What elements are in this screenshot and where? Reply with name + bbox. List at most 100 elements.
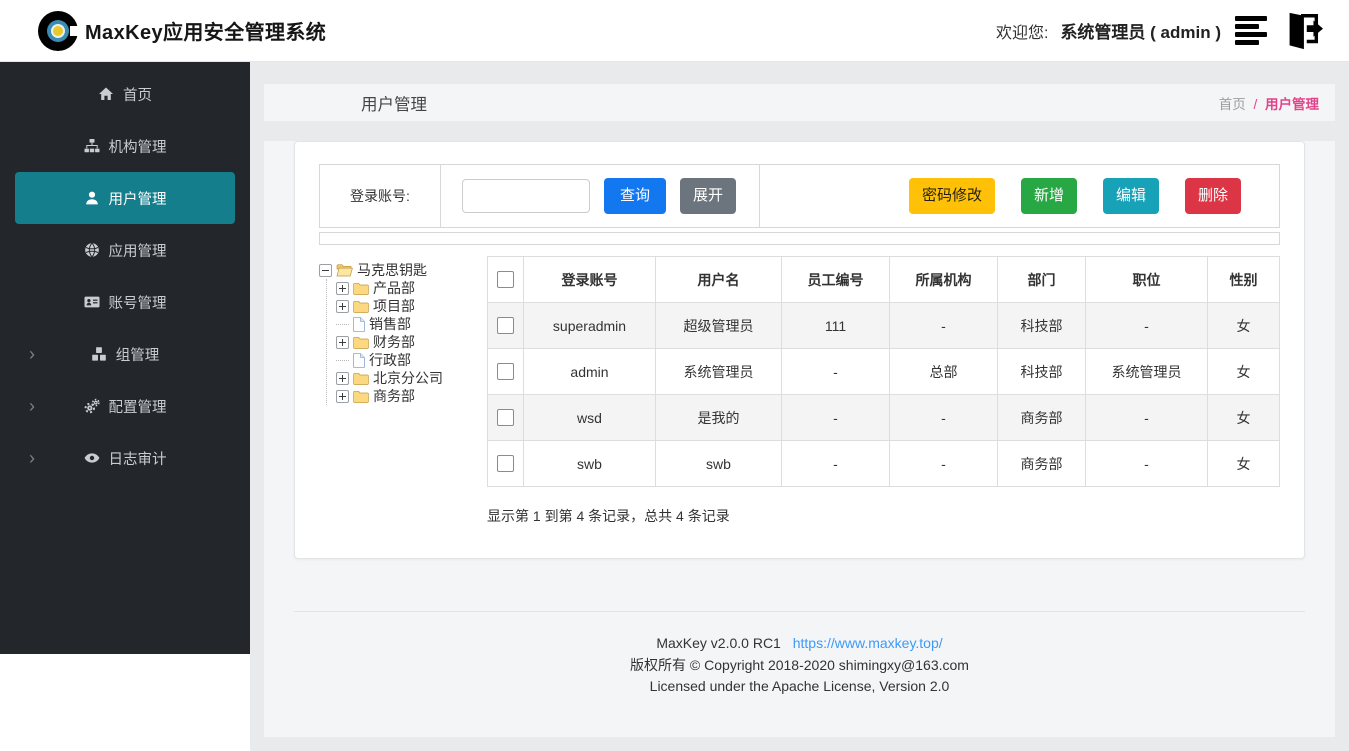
app-title: MaxKey应用安全管理系统 xyxy=(85,16,326,45)
folder-icon xyxy=(353,336,369,349)
tree-node-label[interactable]: 销售部 xyxy=(369,314,411,334)
tree-node-label[interactable]: 马克思钥匙 xyxy=(357,260,427,280)
tree-children: 产品部 项目部 销售部 xyxy=(326,279,487,405)
tree-node-label[interactable]: 产品部 xyxy=(373,278,415,298)
cell-gender: 女 xyxy=(1208,303,1280,349)
tree-node-label[interactable]: 北京分公司 xyxy=(373,368,443,388)
tree-expand-toggle[interactable] xyxy=(336,282,349,295)
breadcrumb-home-link[interactable]: 首页 xyxy=(1219,97,1246,112)
sidebar-item-label: 用户管理 xyxy=(109,188,167,209)
sidebar: 首页 机构管理 用户管理 应用管理 账号管理 › 组管理 › xyxy=(0,62,250,654)
tree-node[interactable]: 销售部 xyxy=(336,315,487,333)
column-header: 部门 xyxy=(998,257,1086,303)
cell-position: - xyxy=(1086,303,1208,349)
row-checkbox[interactable] xyxy=(497,409,514,426)
row-checkbox[interactable] xyxy=(497,455,514,472)
row-checkbox[interactable] xyxy=(497,317,514,334)
folder-icon xyxy=(353,390,369,403)
footer-copyright: 版权所有 © Copyright 2018-2020 shimingxy@163… xyxy=(264,655,1335,677)
query-button[interactable]: 查询 xyxy=(604,178,666,214)
folder-open-icon xyxy=(336,263,353,277)
column-header: 性别 xyxy=(1208,257,1280,303)
tree-expand-toggle[interactable] xyxy=(336,336,349,349)
eye-icon xyxy=(84,450,100,466)
tree-node-root[interactable]: 马克思钥匙 xyxy=(319,261,487,279)
sidebar-item-home[interactable]: 首页 xyxy=(15,68,235,120)
expand-button[interactable]: 展开 xyxy=(680,178,736,214)
sidebar-item-log-audit[interactable]: › 日志审计 xyxy=(15,432,235,484)
chevron-right-icon: › xyxy=(29,449,35,467)
menu-list-icon[interactable] xyxy=(1233,14,1269,47)
tree-node[interactable]: 项目部 xyxy=(336,297,487,315)
logout-icon[interactable] xyxy=(1281,11,1323,51)
sidebar-item-label: 组管理 xyxy=(116,344,160,365)
column-header: 所属机构 xyxy=(890,257,998,303)
cell-department: 商务部 xyxy=(998,441,1086,487)
tree-collapse-toggle[interactable] xyxy=(319,264,332,277)
cell-position: - xyxy=(1086,395,1208,441)
sidebar-item-config-management[interactable]: › 配置管理 xyxy=(15,380,235,432)
cell-username: swb xyxy=(656,441,782,487)
edit-button[interactable]: 编辑 xyxy=(1103,178,1159,214)
sidebar-item-group-management[interactable]: › 组管理 xyxy=(15,328,235,380)
sidebar-item-app-management[interactable]: 应用管理 xyxy=(15,224,235,276)
cell-department: 科技部 xyxy=(998,303,1086,349)
tree-node-label[interactable]: 财务部 xyxy=(373,332,415,352)
action-buttons: 密码修改 新增 编辑 删除 xyxy=(760,165,1279,227)
cell-organization: - xyxy=(890,303,998,349)
sidebar-item-label: 首页 xyxy=(123,84,152,105)
column-header: 职位 xyxy=(1086,257,1208,303)
table-row[interactable]: admin 系统管理员 - 总部 科技部 系统管理员 女 xyxy=(488,349,1280,395)
user-table-area: 登录账号 用户名 员工编号 所属机构 部门 职位 性别 xyxy=(487,256,1280,526)
tree-node-label[interactable]: 项目部 xyxy=(373,296,415,316)
row-checkbox[interactable] xyxy=(497,363,514,380)
delete-button[interactable]: 删除 xyxy=(1185,178,1241,214)
sidebar-item-account-management[interactable]: 账号管理 xyxy=(15,276,235,328)
cell-gender: 女 xyxy=(1208,441,1280,487)
tree-node[interactable]: 北京分公司 xyxy=(336,369,487,387)
footer-link[interactable]: https://www.maxkey.top/ xyxy=(793,635,943,651)
cell-organization: - xyxy=(890,395,998,441)
search-input-cell: 查询 展开 xyxy=(441,165,760,227)
cell-login-account: swb xyxy=(524,441,656,487)
sidebar-item-label: 配置管理 xyxy=(109,396,167,417)
file-icon xyxy=(353,353,365,368)
cell-department: 商务部 xyxy=(998,395,1086,441)
column-header: 用户名 xyxy=(656,257,782,303)
tree-connector xyxy=(336,360,349,361)
cell-login-account: admin xyxy=(524,349,656,395)
id-card-icon xyxy=(84,294,100,310)
cell-username: 系统管理员 xyxy=(656,349,782,395)
cell-employee-id: - xyxy=(782,349,890,395)
table-row[interactable]: wsd 是我的 - - 商务部 - 女 xyxy=(488,395,1280,441)
tree-expand-toggle[interactable] xyxy=(336,300,349,313)
select-all-checkbox[interactable] xyxy=(497,271,514,288)
change-password-button[interactable]: 密码修改 xyxy=(909,178,995,214)
search-label: 登录账号: xyxy=(350,186,410,206)
user-table: 登录账号 用户名 员工编号 所属机构 部门 职位 性别 xyxy=(487,256,1280,487)
breadcrumb: 首页 / 用户管理 xyxy=(1219,93,1335,113)
breadcrumb-bar: 用户管理 首页 / 用户管理 xyxy=(264,84,1335,121)
page-footer: MaxKey v2.0.0 RC1 https://www.maxkey.top… xyxy=(264,633,1335,698)
cell-employee-id: 111 xyxy=(782,303,890,349)
tree-node[interactable]: 财务部 xyxy=(336,333,487,351)
tree-node-label[interactable]: 行政部 xyxy=(369,350,411,370)
tree-node-label[interactable]: 商务部 xyxy=(373,386,415,406)
tree-node[interactable]: 产品部 xyxy=(336,279,487,297)
cell-gender: 女 xyxy=(1208,395,1280,441)
table-row[interactable]: swb swb - - 商务部 - 女 xyxy=(488,441,1280,487)
sidebar-item-user-management[interactable]: 用户管理 xyxy=(15,172,235,224)
tree-node[interactable]: 商务部 xyxy=(336,387,487,405)
table-row[interactable]: superadmin 超级管理员 111 - 科技部 - 女 xyxy=(488,303,1280,349)
sidebar-item-org-management[interactable]: 机构管理 xyxy=(15,120,235,172)
folder-icon xyxy=(353,282,369,295)
tree-expand-toggle[interactable] xyxy=(336,372,349,385)
welcome-area: 欢迎您: 系统管理员 ( admin ) xyxy=(996,11,1323,51)
tree-node[interactable]: 行政部 xyxy=(336,351,487,369)
pagination-summary: 显示第 1 到第 4 条记录，总共 4 条记录 xyxy=(487,506,1280,526)
cell-employee-id: - xyxy=(782,441,890,487)
tree-expand-toggle[interactable] xyxy=(336,390,349,403)
current-user: 系统管理员 ( admin ) xyxy=(1060,18,1221,43)
search-input[interactable] xyxy=(462,179,590,213)
add-button[interactable]: 新增 xyxy=(1021,178,1077,214)
